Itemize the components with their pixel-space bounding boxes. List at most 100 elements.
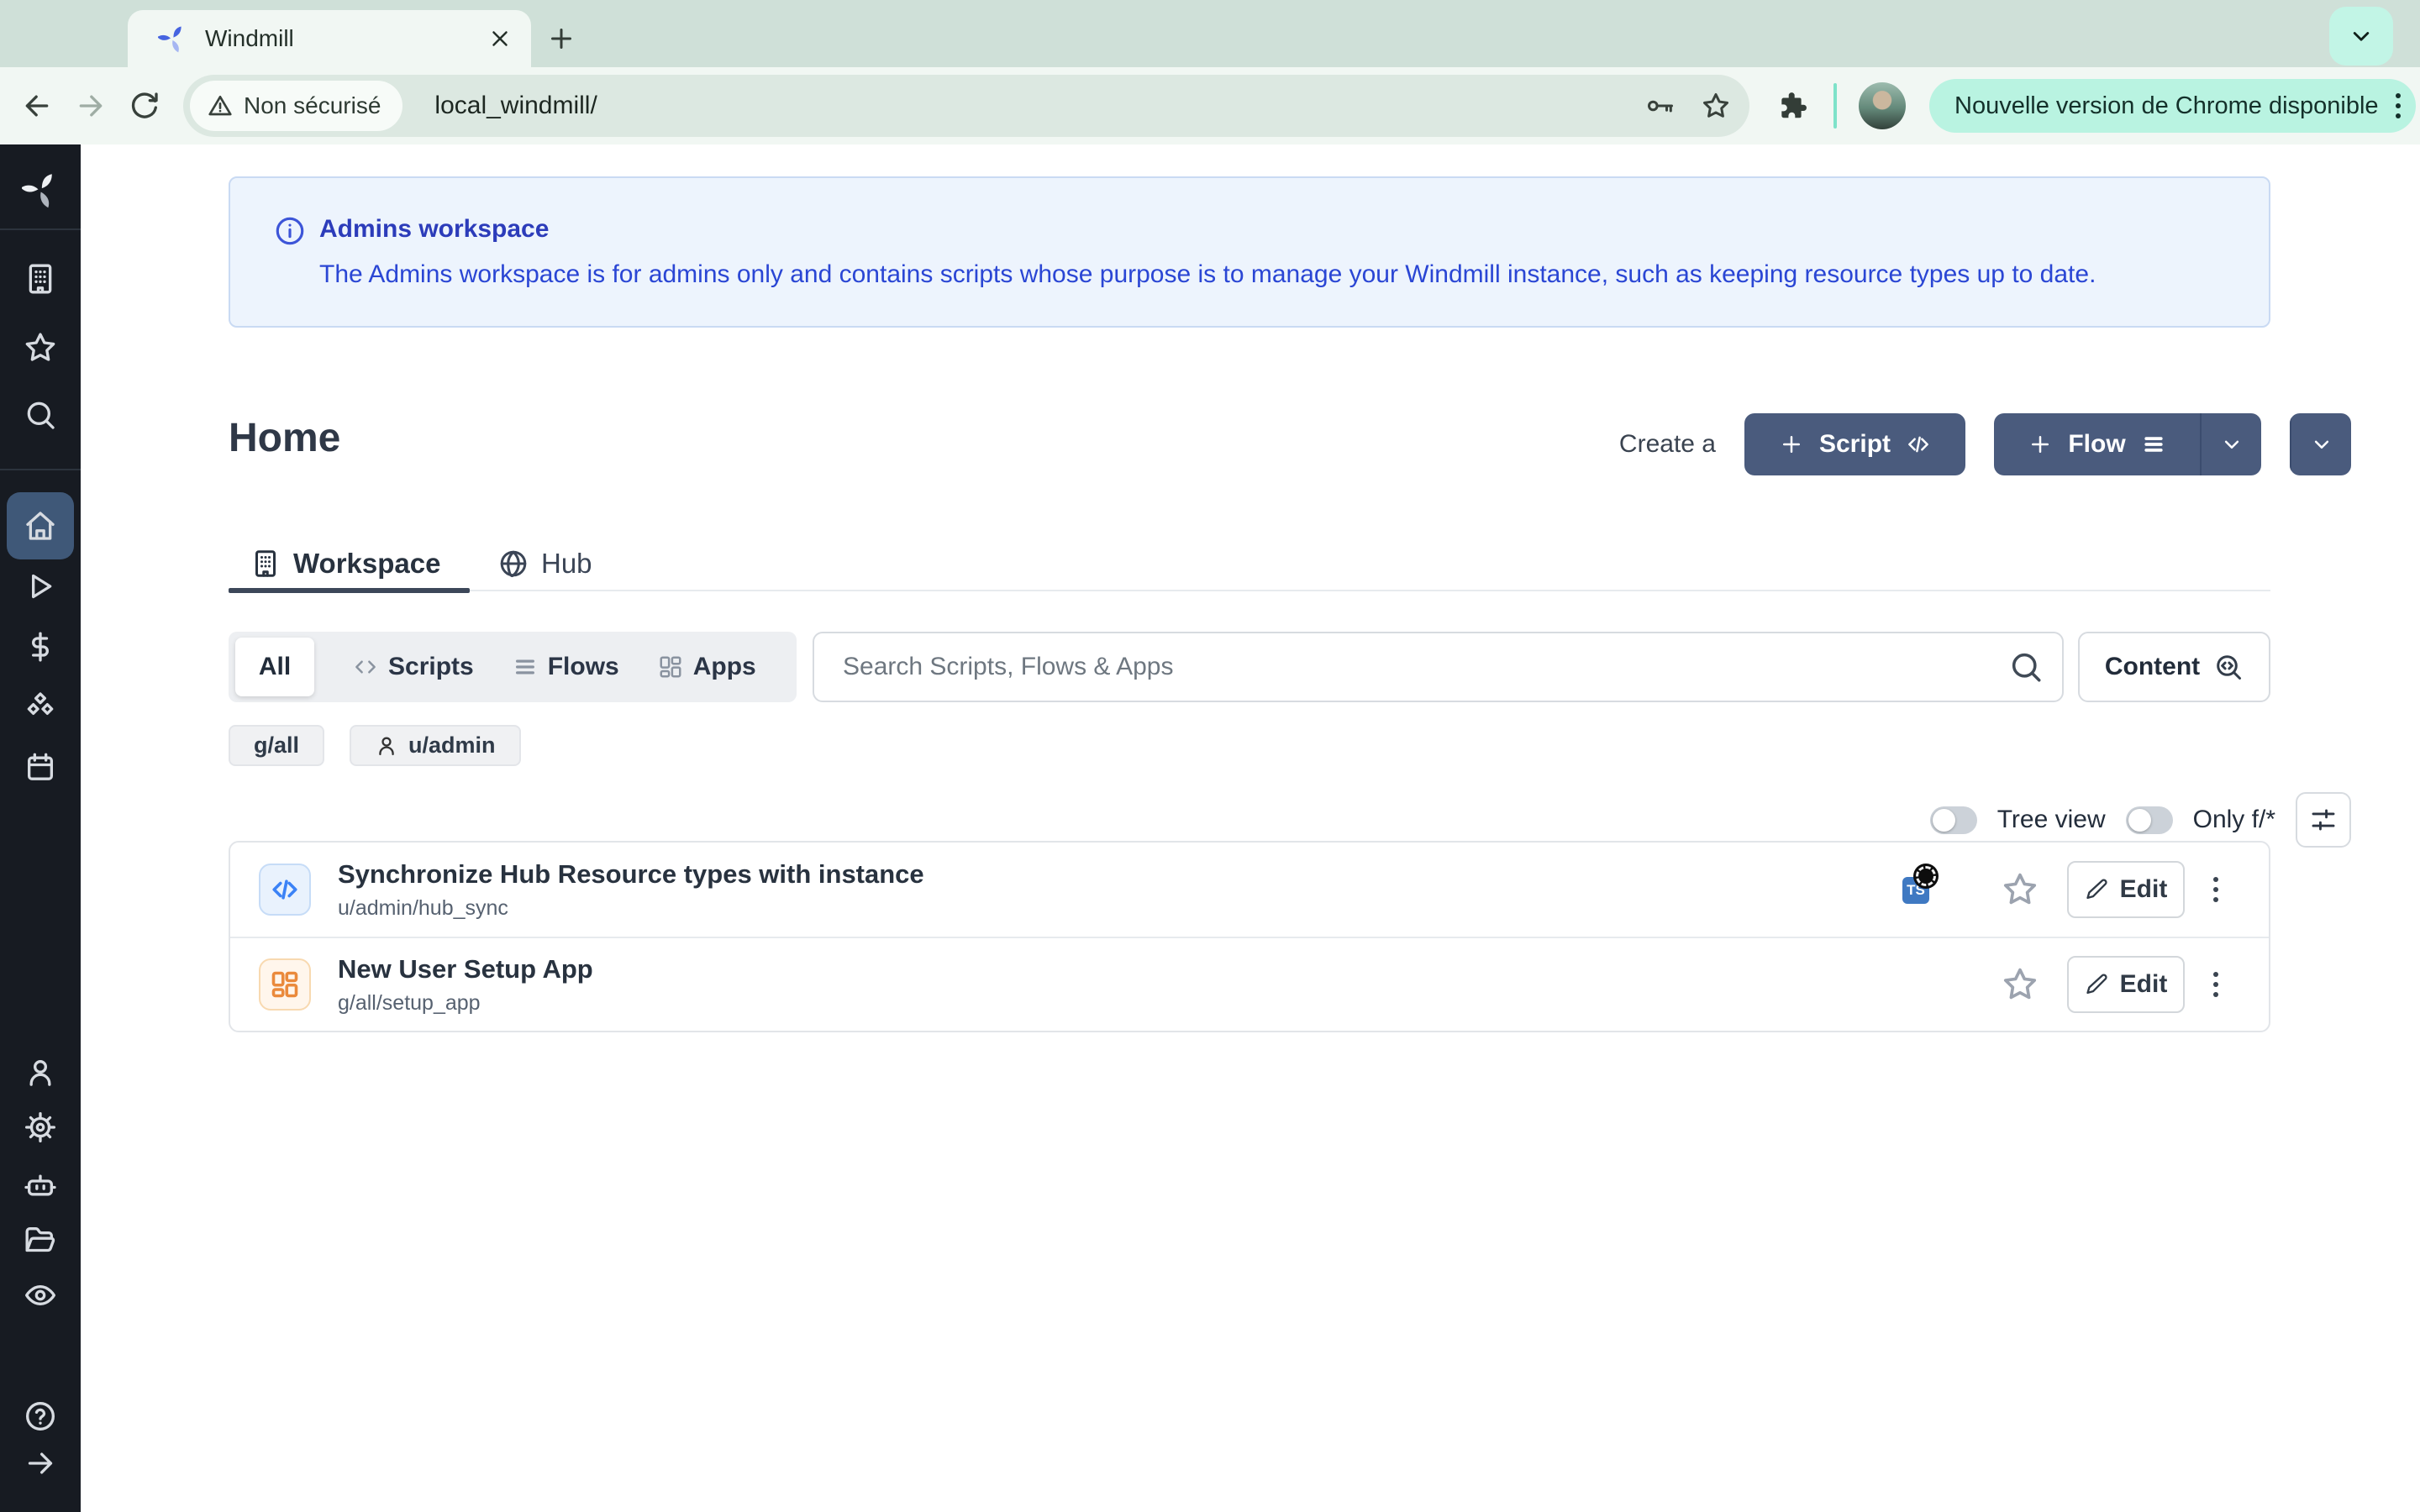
- filter-apps[interactable]: Apps: [658, 653, 756, 681]
- forward-icon[interactable]: [74, 89, 108, 123]
- globe-icon: [498, 549, 529, 579]
- edit-button[interactable]: Edit: [2067, 956, 2185, 1013]
- edit-button-label: Edit: [2120, 970, 2168, 999]
- create-actions: Create a Script Flow: [1619, 413, 2351, 475]
- banner-body: The Admins workspace is for admins only …: [319, 260, 2096, 289]
- type-filter-group: All Scripts Flows: [229, 632, 797, 702]
- item-path: u/admin/hub_sync: [338, 896, 924, 921]
- edit-button[interactable]: Edit: [2067, 861, 2185, 918]
- filter-scripts[interactable]: Scripts: [353, 653, 474, 681]
- toggle-knob: [1933, 809, 1955, 832]
- list-item-app[interactable]: New User Setup App g/all/setup_app Edit: [230, 937, 2269, 1031]
- tab-workspace[interactable]: Workspace: [250, 538, 440, 590]
- only-f-toggle[interactable]: [2126, 806, 2173, 834]
- sidebar-item-settings[interactable]: [0, 1110, 81, 1144]
- browser-menu-kebab-icon[interactable]: [2396, 91, 2401, 121]
- item-title: Synchronize Hub Resource types with inst…: [338, 859, 924, 890]
- owner-chip-user-label: u/admin: [408, 732, 496, 759]
- banner-title: Admins workspace: [319, 215, 549, 244]
- tab-hub[interactable]: Hub: [498, 538, 592, 590]
- new-tab-button[interactable]: [543, 20, 580, 57]
- extensions-puzzle-icon[interactable]: [1776, 90, 1808, 122]
- admins-workspace-banner: Admins workspace The Admins workspace is…: [229, 176, 2270, 328]
- url-text[interactable]: local_windmill/: [434, 92, 1620, 120]
- owner-chip-group[interactable]: g/all: [229, 725, 324, 766]
- search-code-icon: [2213, 652, 2244, 682]
- create-flow-dropdown[interactable]: [2202, 413, 2261, 475]
- folder-open-icon: [24, 1223, 57, 1257]
- security-chip[interactable]: Non sécurisé: [190, 81, 402, 131]
- create-flow-button[interactable]: Flow: [1994, 413, 2200, 475]
- sidebar-item-workspace[interactable]: [0, 262, 81, 296]
- tree-view-toggle[interactable]: [1930, 806, 1977, 834]
- display-settings-button[interactable]: [2296, 792, 2351, 848]
- owner-chip-user[interactable]: u/admin: [350, 725, 521, 766]
- search-icon: [24, 398, 57, 432]
- sidebar-item-favorites[interactable]: [0, 331, 81, 365]
- sidebar-item-home[interactable]: [0, 509, 81, 543]
- app-window: Admins workspace The Admins workspace is…: [0, 144, 2420, 1512]
- sidebar-item-search[interactable]: [0, 398, 81, 432]
- sliders-icon: [2309, 806, 2338, 834]
- search-container: [813, 632, 2064, 702]
- favorite-star-icon[interactable]: [2002, 871, 2039, 908]
- filter-flows[interactable]: Flows: [513, 653, 619, 681]
- star-icon: [24, 331, 57, 365]
- sidebar-expand-button[interactable]: [0, 1446, 81, 1480]
- sidebar-item-folders[interactable]: [0, 1223, 81, 1257]
- create-app-dropdown[interactable]: [2291, 413, 2351, 475]
- page-title: Home: [229, 415, 340, 461]
- item-actions: Edit: [2002, 956, 2269, 1013]
- create-app-split-button: App: [2290, 413, 2351, 475]
- sidebar-divider: [0, 469, 81, 470]
- search-input[interactable]: [813, 632, 2064, 702]
- mouse-cursor: [1913, 864, 1939, 889]
- chevron-down-icon: [2219, 432, 2244, 457]
- person-icon: [24, 1056, 57, 1089]
- list-item-script[interactable]: Synchronize Hub Resource types with inst…: [230, 843, 2269, 937]
- code-icon: [270, 874, 300, 905]
- script-tile: [259, 864, 311, 916]
- browser-tab-windmill[interactable]: Windmill: [128, 10, 531, 67]
- sidebar-item-variables[interactable]: [0, 630, 81, 664]
- filter-all[interactable]: All: [235, 638, 314, 696]
- favorite-star-icon[interactable]: [2002, 966, 2039, 1003]
- item-title: New User Setup App: [338, 954, 593, 984]
- boxes-icon: [24, 691, 57, 725]
- chrome-update-button[interactable]: Nouvelle version de Chrome disponible: [1929, 79, 2416, 133]
- filter-apps-label: Apps: [693, 653, 756, 681]
- windmill-logo[interactable]: [0, 171, 81, 208]
- profile-avatar[interactable]: [1859, 82, 1906, 129]
- main-content: Admins workspace The Admins workspace is…: [81, 144, 2420, 1512]
- item-menu-kebab-icon[interactable]: [2213, 874, 2218, 905]
- item-menu-kebab-icon[interactable]: [2213, 969, 2218, 1000]
- reload-icon[interactable]: [128, 89, 161, 123]
- sidebar-item-audit-logs[interactable]: [0, 1278, 81, 1312]
- create-script-label: Script: [1819, 430, 1891, 459]
- sidebar-item-resources[interactable]: [0, 691, 81, 725]
- bookmark-star-icon[interactable]: [1701, 91, 1731, 121]
- tab-workspace-label: Workspace: [293, 548, 440, 580]
- sidebar-item-help[interactable]: [0, 1399, 81, 1433]
- security-label: Non sécurisé: [244, 92, 381, 119]
- create-script-button[interactable]: Script: [1744, 413, 1965, 475]
- screen: Windmill: [0, 0, 2420, 1512]
- sidebar-divider: [0, 228, 81, 230]
- flow-lines-icon: [2141, 432, 2166, 457]
- sidebar-item-workers[interactable]: [0, 1168, 81, 1202]
- tab-close-icon[interactable]: [487, 26, 513, 51]
- sidebar-item-runs[interactable]: [0, 570, 81, 603]
- key-icon[interactable]: [1645, 91, 1676, 121]
- address-bar[interactable]: Non sécurisé local_windmill/: [183, 75, 1749, 137]
- sidebar-item-schedules[interactable]: [0, 750, 81, 784]
- chrome-update-label: Nouvelle version de Chrome disponible: [1954, 92, 2379, 120]
- play-icon: [24, 570, 57, 603]
- content-search-button[interactable]: Content: [2078, 632, 2270, 702]
- item-path: g/all/setup_app: [338, 991, 593, 1016]
- back-icon[interactable]: [20, 89, 54, 123]
- browser-chrome: Windmill: [0, 0, 2420, 144]
- owner-filter-row: g/all u/admin: [229, 725, 521, 766]
- item-actions: Edit: [2002, 861, 2269, 918]
- sidebar-item-users[interactable]: [0, 1056, 81, 1089]
- tab-search-button[interactable]: [2329, 7, 2393, 66]
